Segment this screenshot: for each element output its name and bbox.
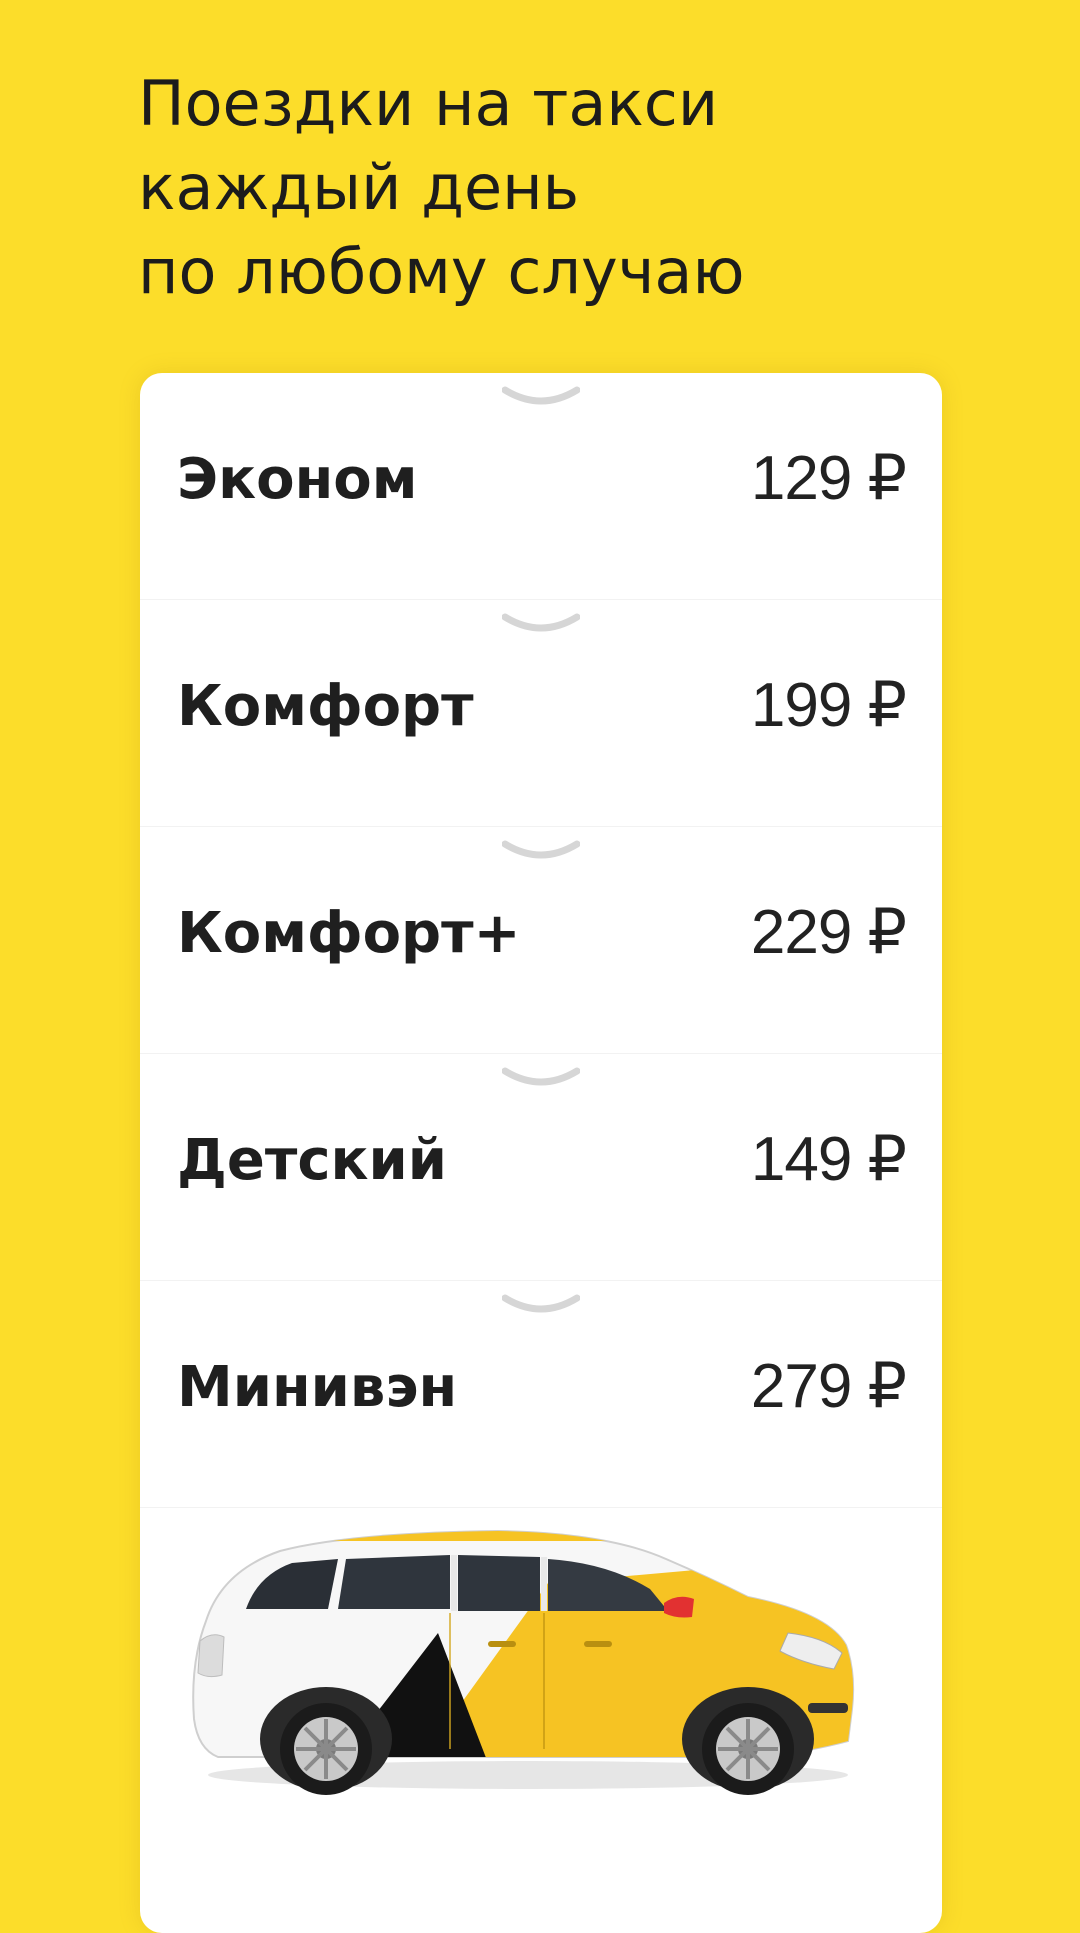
tariff-name: Минивэн xyxy=(177,1355,458,1420)
page-headline: Поездки на такси каждый день по любому с… xyxy=(138,62,998,314)
minivan-taxi-illustration xyxy=(192,1529,855,1795)
chevron-down-icon[interactable] xyxy=(502,1067,580,1089)
headline-line-3: по любому случаю xyxy=(138,235,745,308)
tariff-price: 129 ₽ xyxy=(750,444,907,513)
chevron-down-icon[interactable] xyxy=(502,613,580,635)
tariff-name: Эконом xyxy=(177,447,418,512)
tariff-price: 279 ₽ xyxy=(750,1352,907,1421)
tariff-name: Комфорт xyxy=(177,674,474,739)
tariff-row-comfort-plus[interactable]: Комфорт+ 229 ₽ xyxy=(140,827,942,1054)
tariff-name: Комфорт+ xyxy=(177,901,521,966)
chevron-down-icon[interactable] xyxy=(502,386,580,408)
tariff-price: 149 ₽ xyxy=(750,1125,907,1194)
tariff-card: Эконом 129 ₽ Комфорт 199 ₽ Комфорт+ 229 … xyxy=(140,373,942,1933)
tariff-list: Эконом 129 ₽ Комфорт 199 ₽ Комфорт+ 229 … xyxy=(140,373,942,1508)
tariff-row-econom[interactable]: Эконом 129 ₽ xyxy=(140,373,942,600)
headline-line-1: Поездки на такси xyxy=(138,67,719,140)
tariff-row-minivan[interactable]: Минивэн 279 ₽ xyxy=(140,1281,942,1508)
tariff-row-comfort[interactable]: Комфорт 199 ₽ xyxy=(140,600,942,827)
chevron-down-icon[interactable] xyxy=(502,840,580,862)
tariff-price: 199 ₽ xyxy=(750,671,907,740)
tariff-name: Детский xyxy=(177,1128,447,1193)
tariff-price: 229 ₽ xyxy=(750,898,907,967)
headline-line-2: каждый день xyxy=(138,151,580,224)
chevron-down-icon[interactable] xyxy=(502,1294,580,1316)
tariff-row-child[interactable]: Детский 149 ₽ xyxy=(140,1054,942,1281)
